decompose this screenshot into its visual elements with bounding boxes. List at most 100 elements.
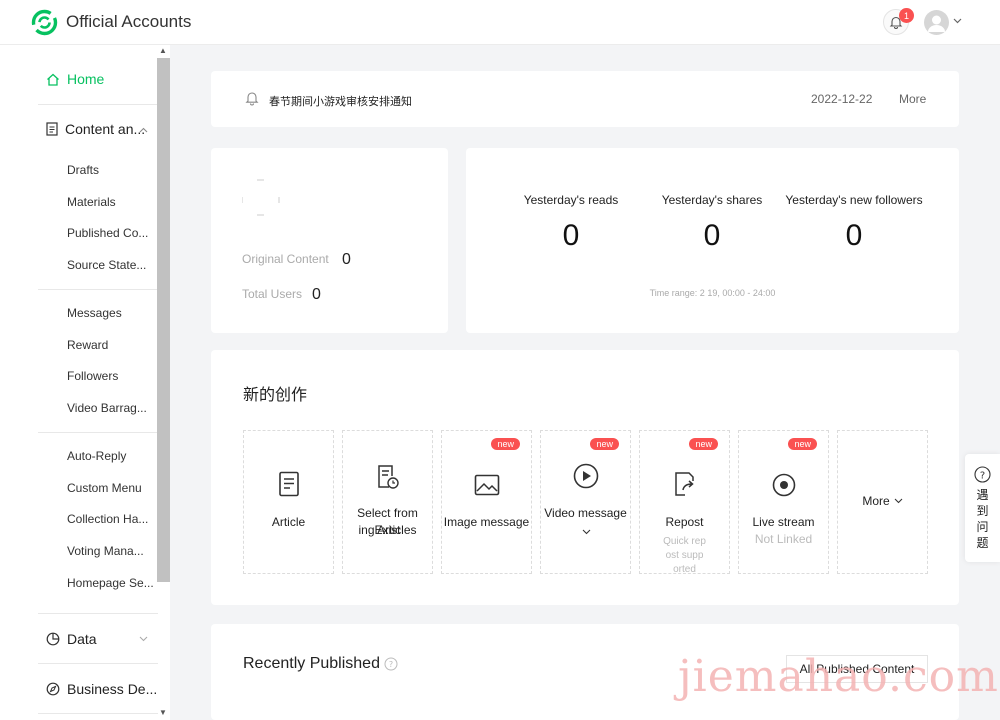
chevron-down-icon[interactable] [139, 636, 148, 642]
sidebar-item-source-statement[interactable]: Source State... [67, 258, 146, 272]
original-content-value: 0 [342, 251, 351, 268]
time-range: Time range: 2 19, 00:00 - 24:00 [649, 288, 776, 298]
sidebar-item-auto-reply[interactable]: Auto-Reply [67, 449, 126, 463]
bell-icon [245, 92, 259, 106]
document-icon [46, 122, 58, 136]
yesterday-shares-label: Yesterday's shares [661, 193, 763, 207]
yesterday-shares-value: 0 [703, 219, 721, 252]
tile-label: Repost [665, 515, 704, 529]
sidebar-section-label: Content an... [65, 121, 146, 137]
notice-card: 春节期间小游戏审核安排通知 2022-12-22 More [211, 71, 959, 127]
notice-more-link[interactable]: More [899, 92, 926, 106]
help-char: 遇 [976, 488, 989, 502]
sidebar-section-data[interactable]: Data [46, 631, 97, 647]
tile-sublabel: ost supp [665, 550, 704, 561]
divider [38, 713, 158, 714]
avatar[interactable] [924, 10, 949, 35]
tile-label: More [862, 494, 890, 508]
sidebar: Home Content an... Drafts Materials Publ… [0, 45, 170, 720]
help-char: 到 [976, 504, 989, 518]
more-create-tile[interactable]: More [837, 430, 928, 574]
home-icon [47, 73, 59, 86]
yesterday-reads-label: Yesterday's reads [523, 193, 619, 207]
new-badge: new [689, 438, 718, 450]
svg-text:?: ? [980, 471, 985, 482]
yesterday-reads-value: 0 [562, 219, 580, 252]
tile-label: Video message [544, 506, 627, 520]
sidebar-item-messages[interactable]: Messages [67, 306, 122, 320]
live-stream-tile[interactable]: new Live stream Not Linked [738, 430, 829, 574]
help-char: 问 [976, 520, 989, 534]
divider [38, 289, 158, 290]
sidebar-item-homepage-settings[interactable]: Homepage Se... [67, 576, 154, 590]
yesterday-stats-card: Yesterday's reads 0 Yesterday's shares 0… [466, 148, 959, 333]
chevron-down-icon[interactable] [953, 18, 962, 24]
article-icon [278, 471, 299, 497]
pie-chart-icon [46, 632, 60, 646]
recent-title-text: Recently Published [243, 655, 380, 672]
sidebar-item-label: Home [67, 71, 105, 87]
divider [38, 613, 158, 614]
chevron-up-icon[interactable] [139, 127, 148, 133]
sidebar-item-published-content[interactable]: Published Co... [67, 226, 148, 240]
sidebar-scrollbar[interactable] [157, 58, 170, 582]
sidebar-item-collection[interactable]: Collection Ha... [67, 512, 148, 526]
compass-icon [46, 682, 60, 696]
sidebar-section-label: Data [67, 631, 97, 647]
top-bar: Official Accounts 1 [0, 0, 1000, 45]
image-message-tile[interactable]: new Image message [441, 430, 532, 574]
sidebar-section-content[interactable]: Content an... [46, 121, 145, 137]
question-icon: ? [974, 466, 991, 483]
create-article-tile[interactable]: Article [243, 430, 334, 574]
sidebar-item-reward[interactable]: Reward [67, 338, 108, 352]
total-users-label: Total Users [242, 287, 303, 301]
yesterday-followers-label: Yesterday's new followers [785, 193, 923, 207]
image-icon [474, 474, 499, 496]
divider [38, 663, 158, 664]
sidebar-section-label: Business De... [67, 681, 158, 697]
repost-tile[interactable]: new Repost Quick rep ost supp orted [639, 430, 730, 575]
select-existing-articles-tile[interactable]: Select from Exist ing Articles [342, 430, 433, 574]
sidebar-item-followers[interactable]: Followers [67, 369, 118, 383]
watermark: jiemahao.com [678, 651, 999, 702]
app-title: Official Accounts [66, 12, 192, 31]
notification-badge: 1 [899, 8, 914, 23]
help-icon[interactable]: ? [384, 657, 398, 671]
recent-section-title: Recently Published ? [243, 655, 398, 673]
sidebar-item-video-barrage[interactable]: Video Barrag... [67, 401, 147, 415]
tile-label: Live stream [752, 515, 815, 529]
chevron-down-icon[interactable] [582, 529, 591, 535]
create-card: 新的创作 Article Select from Exist ing Artic… [211, 350, 959, 605]
sidebar-item-home[interactable]: Home [46, 71, 104, 87]
new-badge: new [491, 438, 520, 450]
yesterday-followers-value: 0 [845, 219, 863, 252]
account-stats-card: Original Content 0 Total Users 0 [211, 148, 448, 333]
tile-label: ing Articles [358, 523, 417, 537]
play-icon [573, 463, 598, 489]
notice-title[interactable]: 春节期间小游戏审核安排通知 [269, 93, 412, 109]
help-float-button[interactable]: ? 遇 到 问 题 [965, 454, 1000, 562]
divider [38, 104, 158, 105]
account-avatar [242, 179, 280, 216]
share-icon [674, 472, 694, 496]
sidebar-item-drafts[interactable]: Drafts [67, 163, 99, 177]
official-accounts-logo [31, 9, 58, 36]
user-icon [928, 15, 945, 32]
notice-date: 2022-12-22 [811, 92, 873, 106]
sidebar-item-materials[interactable]: Materials [67, 195, 116, 209]
video-message-tile[interactable]: new Video message [540, 430, 631, 574]
live-icon [772, 473, 795, 497]
scroll-down-arrow[interactable]: ▼ [159, 708, 167, 717]
new-badge: new [788, 438, 817, 450]
scroll-up-arrow[interactable]: ▲ [159, 46, 167, 55]
sidebar-item-voting[interactable]: Voting Mana... [67, 544, 144, 558]
create-section-title: 新的创作 [243, 387, 308, 404]
tile-sublabel: orted [673, 564, 696, 575]
sidebar-section-business[interactable]: Business De... [46, 681, 157, 697]
help-label: 遇 到 问 题 [965, 487, 1000, 551]
divider [38, 432, 158, 433]
more-create-button[interactable]: More [838, 494, 927, 508]
sidebar-item-custom-menu[interactable]: Custom Menu [67, 481, 142, 495]
tile-label: Image message [443, 515, 530, 529]
help-char: 题 [976, 536, 989, 550]
